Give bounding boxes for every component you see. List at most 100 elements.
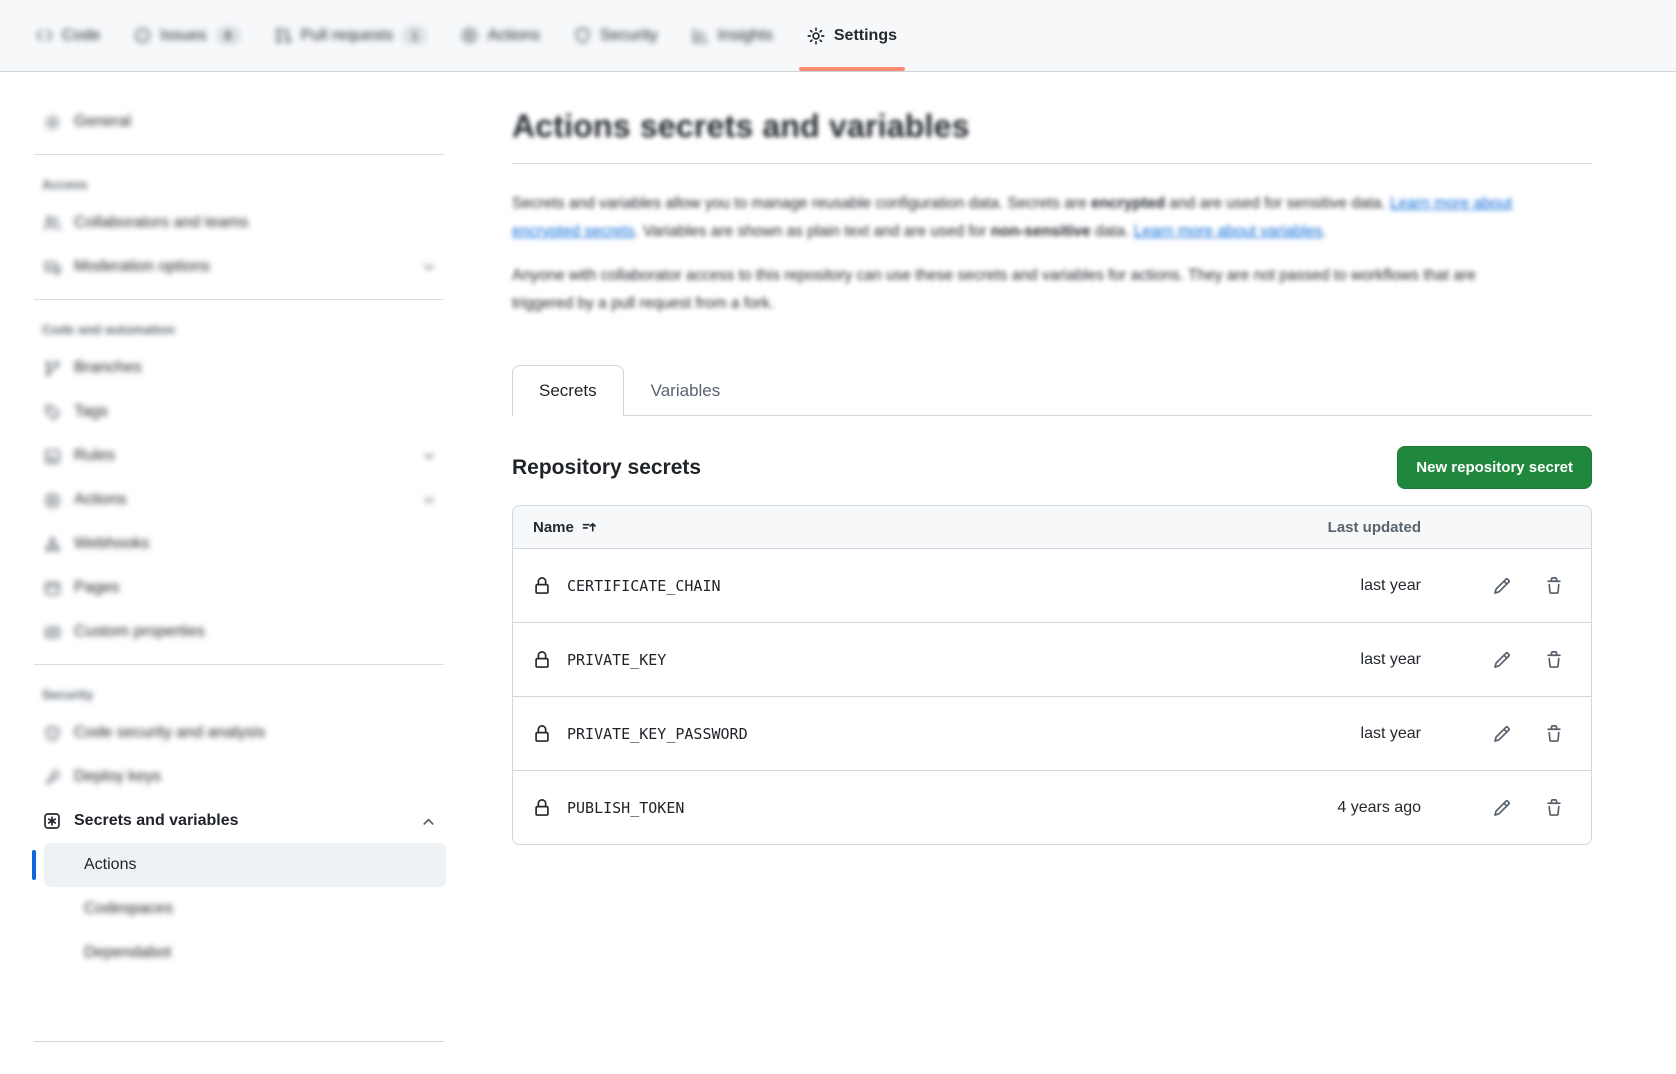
lock-icon <box>533 799 551 817</box>
edit-secret-button[interactable] <box>1491 575 1513 597</box>
trash-icon <box>1545 725 1563 743</box>
git-pull-request-icon <box>275 27 292 44</box>
sidebar-item-label: Custom properties <box>74 623 436 641</box>
tab-label: Issues <box>160 27 206 45</box>
sidebar-item-moderation-options[interactable]: Moderation options <box>32 245 446 289</box>
sidebar-item-rules[interactable]: Rules <box>32 434 446 478</box>
shield-lock-icon <box>42 725 62 742</box>
secret-last-updated: 4 years ago <box>1291 799 1421 817</box>
sidebar-item-label: General <box>74 113 436 131</box>
delete-secret-button[interactable] <box>1543 797 1565 819</box>
page-title: Actions secrets and variables <box>512 108 1592 145</box>
intro-bold-encrypted: encrypted <box>1091 195 1165 212</box>
new-repository-secret-button[interactable]: New repository secret <box>1397 446 1592 489</box>
sidebar-item-label: Actions <box>74 491 410 509</box>
intro-text-segment: data. <box>1091 223 1134 240</box>
delete-secret-button[interactable] <box>1543 649 1565 671</box>
delete-secret-button[interactable] <box>1543 575 1565 597</box>
sidebar-subitem-dependabot[interactable]: Dependabot <box>44 931 446 975</box>
sidebar-item-label: Actions <box>84 856 136 874</box>
sidebar-item-label: Deploy keys <box>74 768 436 786</box>
column-header-name: Name <box>533 519 574 536</box>
gear-icon <box>42 114 62 131</box>
webhook-icon <box>42 536 62 553</box>
sidebar-item-label: Moderation options <box>74 258 410 276</box>
sidebar-item-label: Branches <box>74 359 436 377</box>
edit-secret-button[interactable] <box>1491 723 1513 745</box>
pencil-icon <box>1493 651 1511 669</box>
tab-actions[interactable]: Actions <box>447 0 553 71</box>
intro-text-segment: . <box>1322 223 1326 240</box>
secret-name: PRIVATE_KEY <box>567 651 666 669</box>
tag-icon <box>42 404 62 421</box>
sidebar-item-tags[interactable]: Tags <box>32 390 446 434</box>
sidebar-divider <box>34 154 444 155</box>
intro-text-segment: Secrets and variables allow you to manag… <box>512 195 1091 212</box>
sidebar-subitem-codespaces[interactable]: Codespaces <box>44 887 446 931</box>
comment-discussion-icon <box>42 259 62 276</box>
sidebar-item-actions[interactable]: Actions <box>32 478 446 522</box>
meter-icon <box>42 624 62 641</box>
tab-insights[interactable]: Insights <box>678 0 787 71</box>
sidebar-divider <box>34 1041 444 1042</box>
sidebar-item-custom-properties[interactable]: Custom properties <box>32 610 446 654</box>
tab-variables[interactable]: Variables <box>624 365 748 416</box>
sidebar-item-label: Dependabot <box>84 944 171 962</box>
pencil-icon <box>1493 577 1511 595</box>
repo-tab-bar: Code Issues 8 Pull requests 1 Actions Se… <box>0 0 1676 72</box>
sidebar-item-pages[interactable]: Pages <box>32 566 446 610</box>
tab-pull-requests[interactable]: Pull requests 1 <box>261 0 442 71</box>
pencil-icon <box>1493 799 1511 817</box>
edit-secret-button[interactable] <box>1491 797 1513 819</box>
sort-ascending-icon[interactable] <box>582 520 597 535</box>
edit-secret-button[interactable] <box>1491 649 1513 671</box>
secrets-variables-tabs: Secrets Variables <box>512 364 1592 416</box>
sidebar-item-code-security-and-analysis[interactable]: Code security and analysis <box>32 711 446 755</box>
secret-row: CERTIFICATE_CHAIN last year <box>513 548 1591 622</box>
sidebar-item-label: Code security and analysis <box>74 724 436 742</box>
tab-code[interactable]: Code <box>22 0 114 71</box>
sidebar-item-collaborators-and-teams[interactable]: Collaborators and teams <box>32 201 446 245</box>
sidebar-subitem-actions[interactable]: Actions <box>44 843 446 887</box>
intro-text-segment: and are used for sensitive data. <box>1165 195 1390 212</box>
sidebar-item-secrets-and-variables[interactable]: Secrets and variables <box>32 799 446 843</box>
gear-icon <box>807 27 825 45</box>
title-divider <box>512 163 1592 164</box>
link-learn-more-variables[interactable]: Learn more about variables <box>1134 223 1323 240</box>
sidebar-item-label: Rules <box>74 447 410 465</box>
sidebar-item-general[interactable]: General <box>32 100 446 144</box>
secret-last-updated: last year <box>1291 577 1421 595</box>
sidebar-divider <box>34 664 444 665</box>
actions-secrets-main: Actions secrets and variables Secrets an… <box>460 72 1636 1042</box>
sidebar-item-webhooks[interactable]: Webhooks <box>32 522 446 566</box>
sidebar-divider <box>34 299 444 300</box>
play-icon <box>42 492 62 509</box>
tab-secrets[interactable]: Secrets <box>512 365 624 416</box>
tab-label: Actions <box>487 27 539 45</box>
secret-row: PRIVATE_KEY last year <box>513 622 1591 696</box>
rules-icon <box>42 448 62 465</box>
tab-label: Code <box>62 27 100 45</box>
sidebar-section-code-and-automation: Code and automation <box>32 310 446 346</box>
sidebar-item-branches[interactable]: Branches <box>32 346 446 390</box>
issues-count-badge: 8 <box>216 26 241 45</box>
sidebar-item-label: Codespaces <box>84 900 173 918</box>
sidebar-item-deploy-keys[interactable]: Deploy keys <box>32 755 446 799</box>
sidebar-item-label: Webhooks <box>74 535 436 553</box>
tab-settings[interactable]: Settings <box>793 0 911 71</box>
graph-icon <box>692 27 709 44</box>
tab-label: Pull requests <box>301 27 394 45</box>
delete-secret-button[interactable] <box>1543 723 1565 745</box>
people-icon <box>42 214 62 232</box>
lock-icon <box>533 725 551 743</box>
secret-name: CERTIFICATE_CHAIN <box>567 577 721 595</box>
sidebar-section-security: Security <box>32 675 446 711</box>
sidebar-item-label: Pages <box>74 579 436 597</box>
tab-issues[interactable]: Issues 8 <box>120 0 254 71</box>
secret-row: PRIVATE_KEY_PASSWORD last year <box>513 696 1591 770</box>
secret-row: PUBLISH_TOKEN 4 years ago <box>513 770 1591 844</box>
secret-name: PUBLISH_TOKEN <box>567 799 684 817</box>
git-branch-icon <box>42 360 62 377</box>
sidebar-section-access: Access <box>32 165 446 201</box>
tab-security[interactable]: Security <box>560 0 672 71</box>
